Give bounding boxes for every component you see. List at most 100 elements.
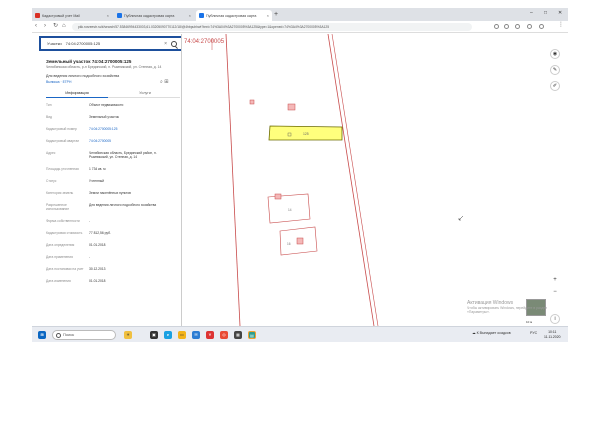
close-icon[interactable]: × (107, 13, 109, 18)
attribute-value: - (89, 219, 91, 223)
minimize-button[interactable]: – (530, 10, 533, 16)
back-button[interactable]: ‹ (35, 23, 37, 30)
edge-icon[interactable]: e (164, 331, 172, 339)
task-view-icon[interactable]: ▣ (150, 331, 158, 339)
search-box[interactable]: Участки 74:04:2700005:125 × (39, 36, 181, 51)
tab-pkk-1[interactable]: Публичная кадастровая карта × (114, 10, 194, 21)
map-scale: 10 м (526, 320, 533, 324)
taskbar-search-input[interactable]: Поиск (52, 330, 116, 340)
attribute-value: 77 812,56 руб. (89, 231, 111, 235)
search-type[interactable]: Участки (47, 41, 62, 46)
attribute-row: Кадастровый номер 74:04:2700005:125 (46, 127, 180, 131)
attribute-value: - (89, 255, 91, 259)
cursor-icon (458, 215, 464, 221)
cadastral-map[interactable]: 74:04:2700005 125 14 16 ◉ ✎ ✐ + − i Акти… (182, 34, 568, 326)
attribute-key: Адрес (46, 151, 56, 155)
quarter-boundary-line (327, 34, 375, 326)
attribute-key: Форма собственности (46, 219, 80, 223)
object-address: Челябинская область, р-н Брединский, п. … (46, 65, 162, 69)
maximize-button[interactable]: □ (544, 10, 547, 16)
sidepanel-icon[interactable] (527, 24, 532, 29)
tab-information[interactable]: Информация (46, 90, 108, 98)
attribute-key: Разрешенное использование (46, 203, 70, 211)
tab-mail[interactable]: Кадастровый учет Mail × (32, 10, 112, 21)
attribute-value: 01.01.2018 (89, 243, 106, 247)
extract-link[interactable]: Выписка · ЕГРН (46, 80, 71, 84)
tab-services[interactable]: Услуги (118, 90, 172, 98)
building-footprint[interactable] (249, 99, 255, 105)
address-bar[interactable]: pkk.rosreestr.ru/#/search/57.53846994433… (72, 23, 472, 31)
search-input[interactable]: 74:04:2700005:125 (66, 41, 100, 46)
zoom-to-icon[interactable]: ⌕ (160, 79, 163, 85)
attribute-row: Форма собственности - (46, 219, 180, 223)
layers-button[interactable]: ◉ (550, 49, 560, 59)
mail-app-icon[interactable]: ✉ (192, 331, 200, 339)
extension-icon[interactable] (494, 24, 499, 29)
tab-label: Кадастровый учет Mail (42, 13, 80, 18)
close-icon[interactable]: × (267, 13, 269, 18)
building-label: 14 (288, 208, 292, 212)
attribute-value[interactable]: 74:04:2700005:125 (89, 127, 169, 131)
language-indicator[interactable]: РУС (530, 331, 537, 335)
zoom-in-button[interactable]: + (551, 276, 559, 284)
attribute-value: Объект недвижимости (89, 103, 124, 107)
forward-button[interactable]: › (44, 23, 46, 30)
attribute-key: Тип (46, 103, 52, 107)
zoom-out-button[interactable]: − (551, 288, 559, 296)
info-button[interactable]: i (550, 314, 560, 324)
bookmark-icon[interactable] (515, 24, 520, 29)
attribute-row: Вид Земельный участок (46, 115, 180, 119)
close-window-button[interactable]: ✕ (558, 10, 562, 16)
measure-button[interactable]: ✐ (550, 81, 560, 91)
building-footprint[interactable] (287, 103, 296, 111)
search-icon[interactable] (171, 40, 177, 47)
explorer-icon[interactable]: ▭ (178, 331, 186, 339)
parcel-label: 125 (303, 132, 309, 136)
panel-actions: ⌕ ⊞ (160, 79, 168, 85)
windows-activation-subtitle: Чтобы активировать Windows, перейдите в … (467, 306, 548, 314)
yandex-icon[interactable]: Y (206, 331, 214, 339)
windows-taskbar: ⊞ Поиск ☀ ▣ e ▭ ✉ Y ◎ ▦ ▤ ☁ К Выпадает о… (32, 326, 568, 342)
attribute-key: Дата определения (46, 243, 75, 247)
tab-pkk-2[interactable]: Публичная кадастровая карта × (196, 10, 272, 21)
menu-icon[interactable]: ⋮ (558, 22, 564, 29)
screen: Кадастровый учет Mail × Публичная кадаст… (32, 8, 568, 342)
attribute-value: Челябинская область, Брединский район, п… (89, 151, 157, 159)
attribute-value: Учтенный (89, 179, 104, 183)
attribute-row: Дата постановки на учет 30.12.2013 (46, 267, 180, 271)
attribute-key: Категория земель (46, 191, 74, 195)
windows-start-icon[interactable]: ⊞ (38, 331, 46, 339)
attribute-value[interactable]: 74:04:2700005 (89, 139, 169, 143)
attribute-key: Статус (46, 179, 57, 183)
clock[interactable]: 10:11 11.11.2020 (544, 330, 560, 339)
widgets-icon[interactable]: ☀ (124, 331, 132, 339)
map-favicon-icon (117, 13, 122, 18)
attribute-row: Тип Объект недвижимости (46, 103, 180, 107)
close-icon[interactable]: × (189, 13, 191, 18)
building-footprint[interactable] (296, 237, 304, 245)
quarter-boundary-line (225, 34, 241, 326)
extension-icon[interactable] (504, 24, 509, 29)
quarter-label: 74:04:2700005 (184, 39, 225, 45)
attribute-value: Для ведения личного подсобного хозяйства (89, 203, 157, 207)
attribute-row: Адрес Челябинская область, Брединский рай… (46, 151, 180, 159)
app-icon[interactable]: ▦ (234, 331, 242, 339)
building-footprint[interactable] (274, 193, 282, 200)
home-button[interactable]: ⌂ (62, 23, 66, 30)
profile-icon[interactable] (539, 24, 544, 29)
attribute-key: Кадастровый квартал (46, 139, 80, 143)
active-app-icon[interactable]: ▤ (248, 331, 256, 339)
reload-button[interactable]: ↻ (53, 23, 58, 30)
new-tab-button[interactable]: + (274, 11, 278, 19)
attribute-key: Кадастровый номер (46, 127, 77, 131)
chrome-icon[interactable]: ◎ (220, 331, 228, 339)
tray-weather[interactable]: ☁ К Выпадает осадков (472, 331, 511, 335)
edit-button[interactable]: ✎ (550, 65, 560, 75)
object-info-panel: Участки 74:04:2700005:125 × Земельный уч… (32, 34, 182, 326)
attribute-row: Дата изменения 01.01.2018 (46, 279, 180, 283)
map-canvas[interactable]: 74:04:2700005 125 14 16 (182, 34, 568, 326)
attribute-key: Дата изменения (46, 279, 71, 283)
object-title: Земельный участок 74:04:2700005:125 (46, 59, 132, 64)
clear-icon[interactable]: × (164, 41, 167, 47)
share-icon[interactable]: ⊞ (164, 79, 168, 85)
